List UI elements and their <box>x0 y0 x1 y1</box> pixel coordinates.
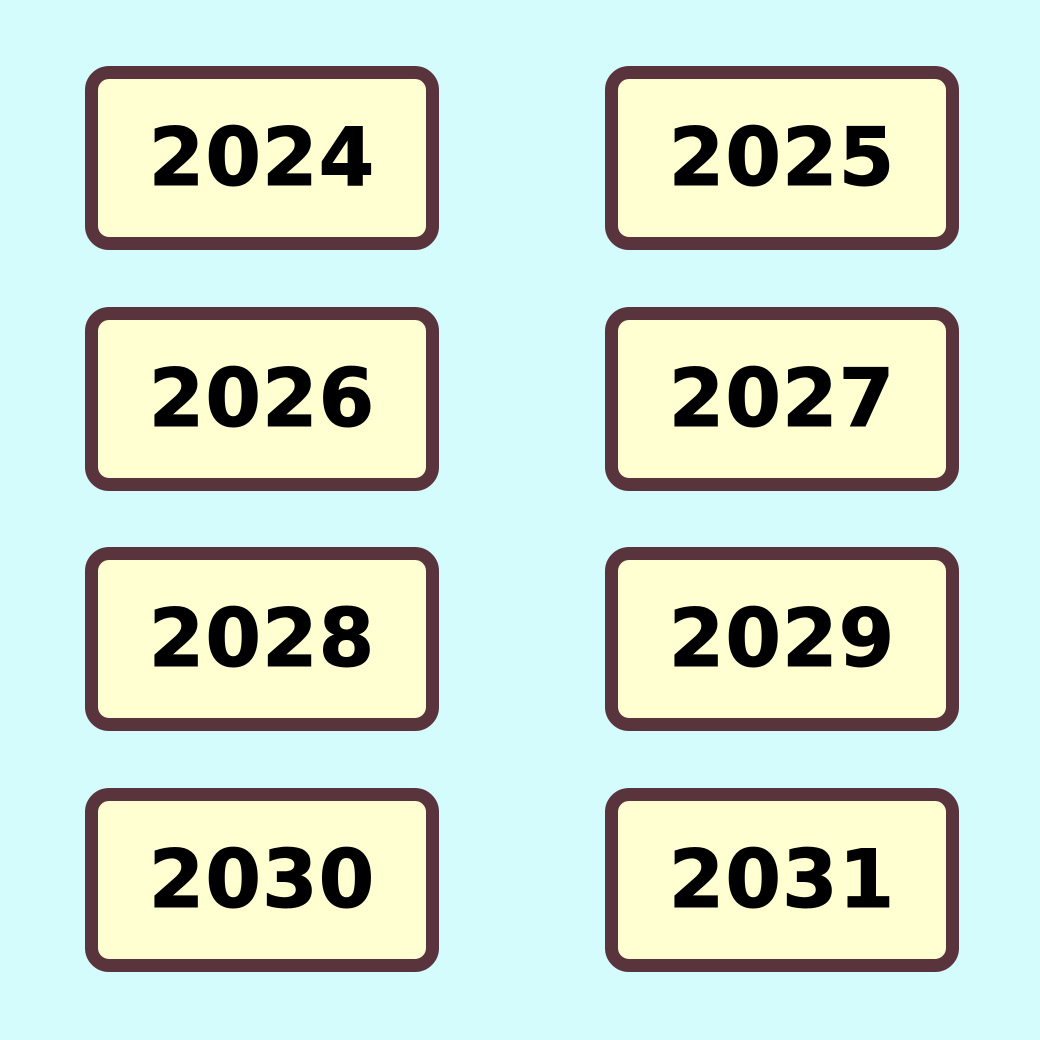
year-card-2030[interactable]: 2030 <box>85 788 439 972</box>
year-card-2031[interactable]: 2031 <box>605 788 959 972</box>
year-card-2026[interactable]: 2026 <box>85 307 439 491</box>
year-label: 2031 <box>668 833 896 926</box>
year-card-2029[interactable]: 2029 <box>605 547 959 731</box>
year-label: 2024 <box>148 111 376 204</box>
year-label: 2025 <box>668 111 896 204</box>
year-label: 2027 <box>668 352 896 445</box>
year-label: 2028 <box>148 592 376 685</box>
year-label: 2030 <box>148 833 376 926</box>
year-card-2027[interactable]: 2027 <box>605 307 959 491</box>
year-label: 2029 <box>668 592 896 685</box>
year-card-2025[interactable]: 2025 <box>605 66 959 250</box>
year-card-2024[interactable]: 2024 <box>85 66 439 250</box>
year-label: 2026 <box>148 352 376 445</box>
year-card-2028[interactable]: 2028 <box>85 547 439 731</box>
